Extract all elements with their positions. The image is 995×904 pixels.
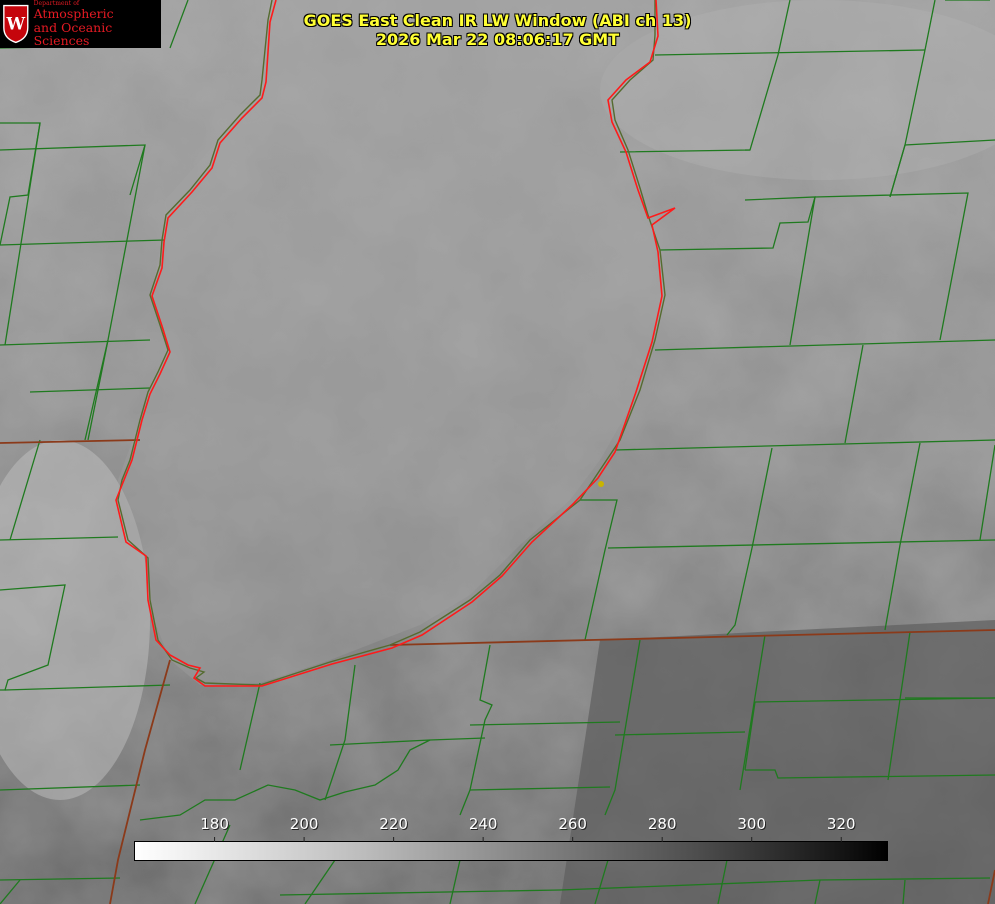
satellite-image-viewer: W Department of Atmospheric and Oceanic … (0, 0, 995, 904)
satellite-map (0, 0, 995, 904)
colorbar-tick-label: 300 (737, 815, 767, 833)
colorbar-tick-label: 180 (200, 815, 229, 833)
colorbar-tick-label: 200 (289, 815, 319, 833)
title-product: GOES East Clean IR LW Window (ABI ch 13) (303, 11, 692, 30)
colorbar-tick-label: 240 (468, 815, 498, 833)
colorbar-tick-label: 320 (826, 815, 856, 833)
colorbar (134, 841, 888, 861)
title-timestamp: 2026 Mar 22 08:06:17 GMT (375, 30, 620, 49)
colorbar-tick-label: 260 (558, 815, 587, 833)
image-title: GOES East Clean IR LW Window (ABI ch 13)… (0, 11, 995, 49)
colorbar-tick-label: 220 (379, 815, 408, 833)
colorbar-tick-label: 280 (647, 815, 677, 833)
station-dot (598, 481, 604, 487)
warm-region-lower-right (560, 620, 995, 904)
